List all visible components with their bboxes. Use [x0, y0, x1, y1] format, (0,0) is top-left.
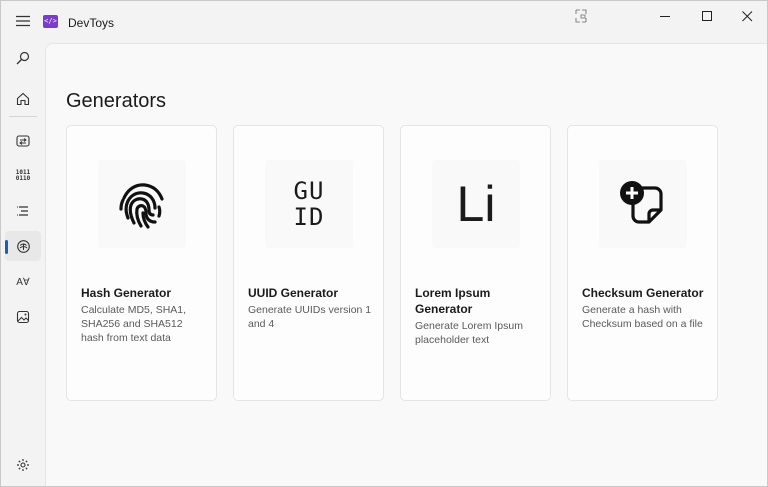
fingerprint-icon [98, 160, 186, 248]
guid-icon: GU ID [265, 160, 353, 248]
converters-icon[interactable] [5, 126, 41, 156]
checksum-icon [599, 160, 687, 248]
lorem-ipsum-icon: Li [432, 160, 520, 248]
hamburger-icon[interactable] [9, 7, 37, 35]
sidebar: 1011 0110 AⱯ [1, 43, 45, 486]
minimize-icon[interactable] [645, 1, 685, 31]
card-description: Generate UUIDs version 1 and 4 [248, 304, 372, 330]
close-icon[interactable] [727, 1, 767, 31]
app-logo: </> [43, 15, 58, 28]
search-icon[interactable] [5, 43, 41, 73]
home-icon[interactable] [5, 84, 41, 114]
formatters-icon[interactable] [5, 196, 41, 226]
generators-icon[interactable] [5, 231, 41, 261]
title-bar: </> DevToys [1, 1, 767, 43]
tool-card-hash-generator[interactable]: Hash Generator Calculate MD5, SHA1, SHA2… [66, 125, 217, 401]
maximize-icon[interactable] [687, 1, 727, 31]
card-title: UUID Generator [248, 286, 339, 300]
card-title: Lorem Ipsum Generator [415, 286, 491, 316]
text-icon[interactable]: AⱯ [5, 267, 41, 297]
card-title: Checksum Generator [582, 286, 704, 300]
app-window: </> DevToys 1011 0110 AⱯ Generators Hash… [0, 0, 768, 487]
tool-card-uuid-generator[interactable]: GU ID UUID Generator Generate UUIDs versi… [233, 125, 384, 401]
compact-overlay-icon[interactable] [567, 3, 595, 29]
content-area: Generators Hash Generator Calculate MD5,… [45, 43, 767, 486]
graphic-icon[interactable] [5, 302, 41, 332]
card-description: Calculate MD5, SHA1, SHA256 and SHA512 h… [81, 304, 187, 344]
selection-indicator [5, 240, 8, 254]
tool-card-lorem-ipsum-generator[interactable]: Li Lorem Ipsum Generator Generate Lorem … [400, 125, 551, 401]
sidebar-separator [9, 116, 37, 117]
tool-card-checksum-generator[interactable]: Checksum Generator Generate a hash with … [567, 125, 718, 401]
encoders-decoders-icon[interactable]: 1011 0110 [5, 161, 41, 191]
card-title: Hash Generator [81, 286, 172, 300]
page-title: Generators [66, 90, 167, 112]
card-description: Generate Lorem Ipsum placeholder text [415, 320, 523, 346]
app-title: DevToys [68, 16, 115, 30]
card-description: Generate a hash with Checksum based on a… [582, 304, 703, 330]
gear-icon[interactable] [5, 450, 41, 480]
